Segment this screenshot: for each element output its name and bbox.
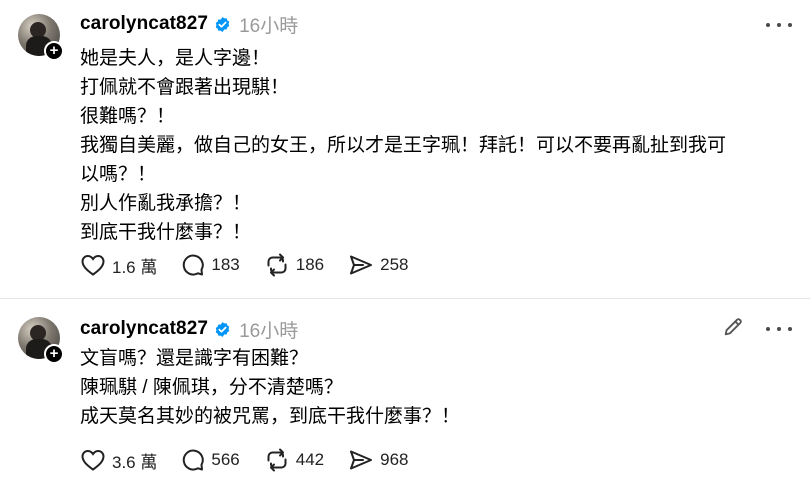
post-text-line: 到底干我什麼事？！ bbox=[80, 222, 252, 243]
more-icon[interactable] bbox=[766, 325, 792, 333]
post-actions: 3.6 萬 566 442 968 bbox=[80, 447, 432, 473]
repost-count: 186 bbox=[295, 255, 325, 274]
post-text-line: 文盲嗎？還是識字有困難？ bbox=[80, 348, 309, 369]
comment-count: 183 bbox=[211, 255, 240, 274]
repost-button[interactable]: 442 bbox=[264, 448, 324, 472]
avatar[interactable]: + bbox=[18, 317, 64, 364]
repost-count: 442 bbox=[295, 450, 325, 469]
more-icon[interactable] bbox=[766, 21, 792, 29]
share-count: 258 bbox=[380, 255, 409, 274]
comment-button[interactable]: 183 bbox=[181, 253, 240, 277]
username[interactable]: carolyncat827 bbox=[80, 318, 208, 340]
plus-icon[interactable]: + bbox=[44, 344, 64, 364]
post-text-line: 很難嗎？！ bbox=[80, 106, 176, 127]
post-text-line: 陳珮騏 / 陳佩琪，分不清楚嗎？ bbox=[80, 377, 343, 398]
post-text-line: 以嗎？！ bbox=[80, 164, 157, 185]
verified-badge-icon bbox=[215, 16, 230, 32]
post-text-line: 我獨自美麗，做自己的女王，所以才是王字珮！拜託！可以不要再亂扯到我可 bbox=[80, 135, 727, 156]
post-text-line: 她是夫人，是人字邊！ bbox=[80, 48, 271, 69]
like-count: 3.6 萬 bbox=[112, 452, 158, 472]
post-content: 文盲嗎？還是識字有困難？ 陳珮騏 / 陳佩琪，分不清楚嗎？ 成天莫名其妙的被咒罵… bbox=[80, 344, 780, 431]
post-1: + carolyncat827 16小時 她是夫人，是人字邊！ 打佩就不會跟著出… bbox=[0, 0, 810, 298]
share-icon bbox=[350, 450, 373, 470]
post-time: 16小時 bbox=[239, 15, 299, 37]
avatar[interactable]: + bbox=[18, 14, 64, 61]
comment-icon bbox=[183, 449, 205, 471]
verified-badge-icon bbox=[215, 321, 230, 337]
post-content: 她是夫人，是人字邊！ 打佩就不會跟著出現騏！ 很難嗎？！ 我獨自美麗，做自己的女… bbox=[80, 44, 780, 247]
plus-icon[interactable]: + bbox=[44, 41, 64, 61]
like-count: 1.6 萬 bbox=[112, 257, 158, 277]
post-header: carolyncat827 16小時 bbox=[80, 12, 299, 37]
comment-button[interactable]: 566 bbox=[181, 448, 240, 472]
post-text-line: 別人作亂我承擔？！ bbox=[80, 193, 252, 214]
post-time: 16小時 bbox=[239, 320, 299, 342]
post-actions: 1.6 萬 183 186 258 bbox=[80, 252, 432, 278]
heart-icon bbox=[81, 254, 105, 276]
like-button[interactable]: 1.6 萬 bbox=[80, 253, 157, 278]
repost-button[interactable]: 186 bbox=[264, 253, 324, 277]
share-button[interactable]: 968 bbox=[348, 448, 408, 472]
comment-count: 566 bbox=[211, 450, 240, 469]
like-button[interactable]: 3.6 萬 bbox=[80, 448, 157, 473]
repost-icon bbox=[267, 448, 287, 472]
repost-icon bbox=[267, 253, 287, 277]
heart-icon bbox=[81, 449, 105, 471]
comment-icon bbox=[183, 254, 205, 276]
username[interactable]: carolyncat827 bbox=[80, 13, 208, 35]
post-2: + carolyncat827 16小時 文盲嗎？還是識字有困難？ 陳珮騏 / … bbox=[0, 300, 810, 487]
post-text-line: 打佩就不會跟著出現騏！ bbox=[80, 77, 290, 98]
divider bbox=[0, 298, 810, 299]
post-header: carolyncat827 16小時 bbox=[80, 317, 299, 342]
post-text-line: 成天莫名其妙的被咒罵，到底干我什麼事？！ bbox=[80, 406, 461, 427]
share-count: 968 bbox=[380, 450, 409, 469]
share-icon bbox=[350, 255, 373, 275]
share-button[interactable]: 258 bbox=[348, 253, 408, 277]
edit-icon[interactable] bbox=[722, 316, 744, 338]
